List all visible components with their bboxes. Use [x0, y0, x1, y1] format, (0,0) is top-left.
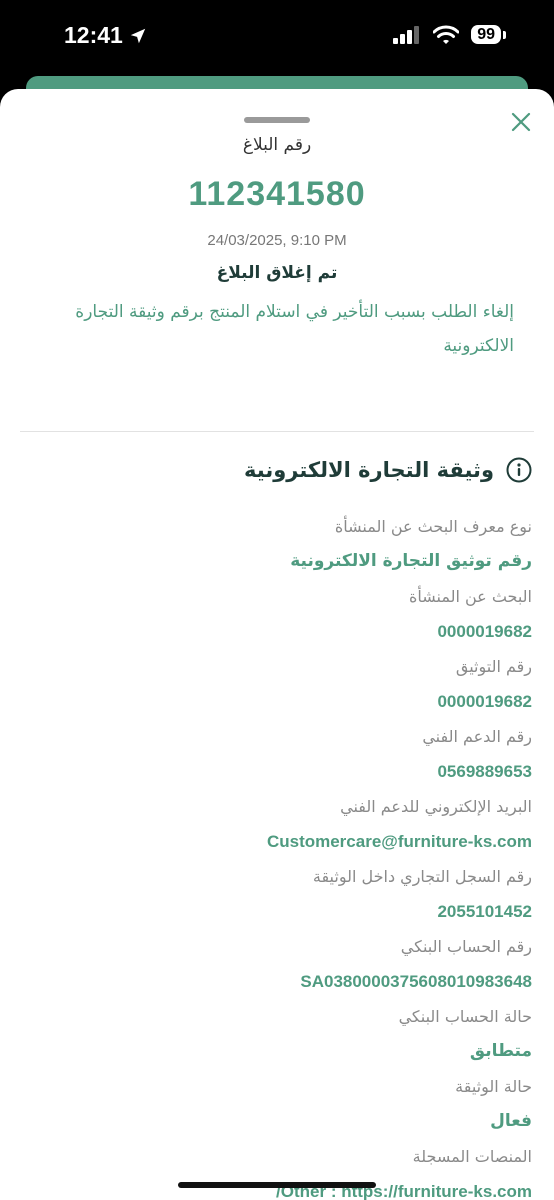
ticket-description: إلغاء الطلب بسبب التأخير في استلام المنت… [75, 302, 514, 356]
status-icons: 99 [393, 24, 506, 45]
battery-level: 99 [471, 25, 501, 44]
ticket-number-label: رقم البلاغ [242, 135, 312, 155]
field-label: حالة الوثيقة [455, 1077, 532, 1096]
field-value: فعال [490, 1111, 532, 1131]
location-arrow-icon [130, 28, 146, 43]
cellular-signal-icon [393, 25, 420, 44]
field-label: رقم التوثيق [455, 657, 532, 676]
field-label: حالة الحساب البنكي [398, 1007, 532, 1026]
field-label: رقم السجل التجاري داخل الوثيقة [312, 867, 532, 886]
field-label: المنصات المسجلة [412, 1147, 532, 1166]
field-value: SA0380000375608010983648 [300, 972, 532, 991]
status-bar: 12:41 99 [0, 0, 554, 76]
sheet-grabber[interactable] [244, 117, 310, 123]
ticket-date: 24/03/2025, 9:10 PM [207, 232, 347, 249]
info-icon [506, 457, 532, 483]
ticket-status: تم إغلاق البلاغ [216, 263, 338, 283]
battery-indicator: 99 [471, 24, 506, 45]
document-fields: نوع معرف البحث عن المنشأة رقم توثيق التج… [22, 509, 532, 1200]
support-email-link[interactable]: Customercare@furniture-ks.com [22, 824, 532, 859]
field-value: 2055101452 [437, 902, 532, 921]
field-label: رقم الحساب البنكي [400, 937, 532, 956]
close-button[interactable] [508, 109, 534, 135]
clock: 12:41 [64, 22, 123, 48]
section-divider [20, 431, 534, 432]
field-label: رقم الدعم الفني [422, 727, 532, 746]
field-label: البحث عن المنشأة [408, 587, 532, 606]
field-value: 0000019682 [437, 622, 532, 641]
ticket-number: 112341580 [188, 175, 366, 213]
field-label: نوع معرف البحث عن المنشأة [334, 517, 532, 536]
close-icon [511, 112, 531, 132]
document-section-header: وثيقة التجارة الالكترونية [244, 457, 532, 483]
battery-tip [503, 30, 506, 39]
home-indicator [178, 1182, 376, 1188]
field-value: رقم توثيق التجارة الالكترونية [290, 551, 532, 571]
ticket-detail-sheet: رقم البلاغ 112341580 24/03/2025, 9:10 PM… [0, 89, 554, 1200]
field-label: البريد الإلكتروني للدعم الفني [340, 797, 532, 816]
status-time: 12:41 [64, 22, 147, 49]
wifi-icon [433, 25, 460, 44]
field-value: متطابق [469, 1041, 532, 1061]
field-value: 0000019682 [437, 692, 532, 711]
support-phone-link[interactable]: 0569889653 [22, 754, 532, 789]
document-section-title: وثيقة التجارة الالكترونية [244, 458, 494, 482]
